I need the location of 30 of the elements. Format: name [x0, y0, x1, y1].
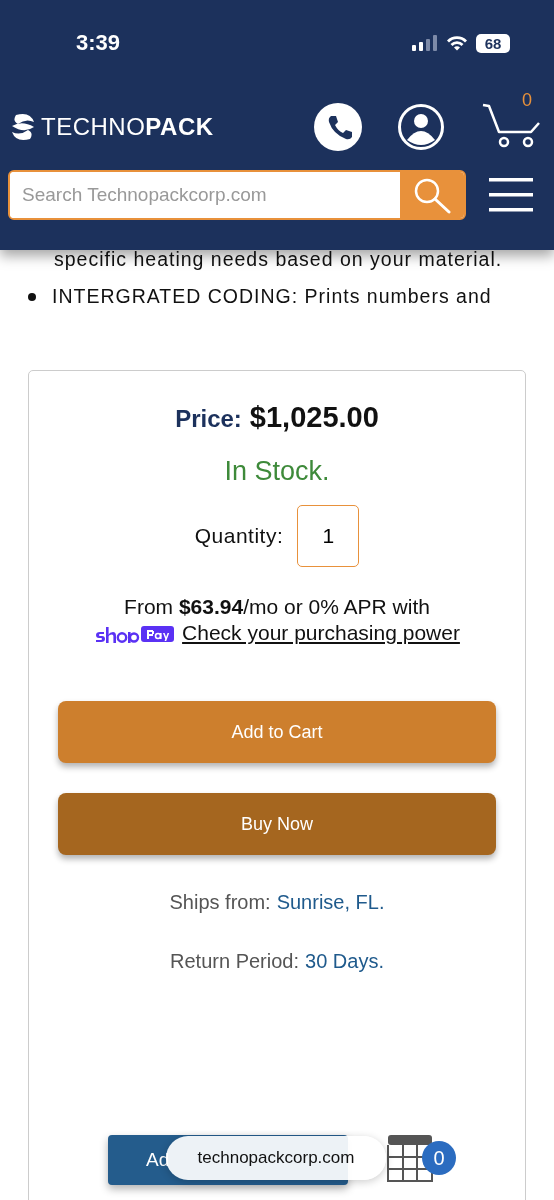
- phone-icon[interactable]: [314, 103, 362, 151]
- battery-indicator: 68: [476, 33, 510, 53]
- logo-text[interactable]: TECHNOPACK: [41, 113, 214, 141]
- quantity-field[interactable]: 1: [297, 505, 360, 567]
- table-icon[interactable]: [386, 1133, 434, 1183]
- description-text: INTERGRATED CODING: Prints numbers and: [52, 285, 492, 308]
- financing-text: From $63.94/mo or 0% APR with: [124, 595, 430, 619]
- logo-icon: [10, 112, 36, 142]
- buy-now-button[interactable]: Buy Now: [58, 793, 496, 855]
- stock-status: In Stock.: [224, 456, 330, 487]
- quantity-label: Quantity:: [194, 524, 284, 548]
- search-field[interactable]: Search Technopackcorp.com: [8, 170, 466, 220]
- search-icon: [412, 176, 452, 214]
- cart-count: 0: [522, 90, 532, 111]
- account-icon[interactable]: [398, 104, 444, 150]
- detail-label: Return Period:: [170, 950, 299, 973]
- shop-pay-logo-icon: [94, 623, 175, 643]
- detail-label: Ships from:: [169, 891, 271, 914]
- signal-icon: [412, 35, 438, 51]
- detail-value: Sunrise, FL.: [276, 891, 385, 914]
- status-time: 3:39: [76, 30, 121, 56]
- menu-icon[interactable]: [489, 178, 533, 212]
- purchasing-power-link[interactable]: Check your purchasing power: [182, 621, 460, 645]
- description-text: specific heating needs based on your material.: [53, 247, 504, 272]
- detail-value: 30 Days.: [305, 950, 384, 973]
- price-value: $1,025.00: [249, 401, 379, 434]
- wifi-icon: [446, 35, 468, 51]
- price-label: Price:: [175, 405, 242, 433]
- bullet-icon: [28, 292, 36, 301]
- count-badge: 0: [422, 1141, 456, 1175]
